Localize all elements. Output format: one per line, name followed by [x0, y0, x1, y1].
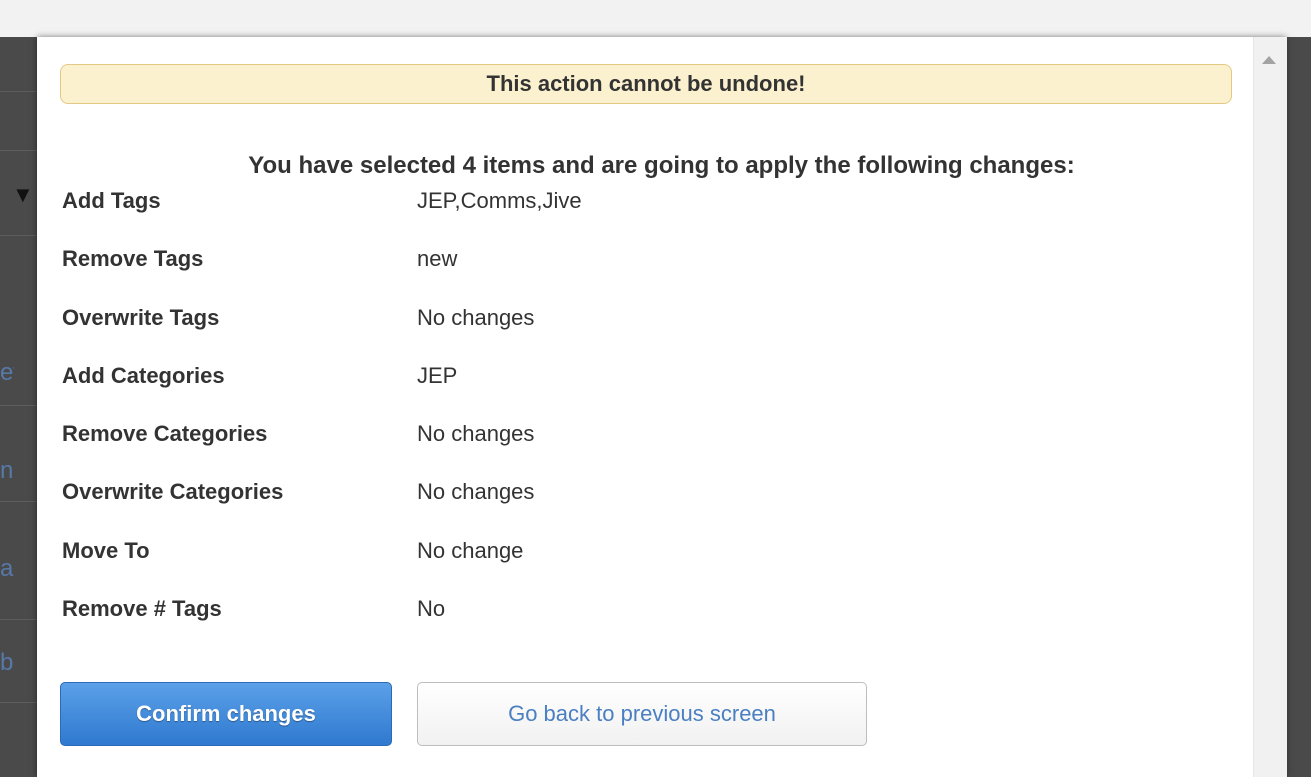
confirm-dialog	[37, 37, 1286, 777]
go-back-button[interactable]: Go back to previous screen	[417, 682, 867, 746]
change-label: Add Categories	[62, 362, 225, 388]
change-label: Overwrite Tags	[62, 304, 220, 330]
change-value: No changes	[417, 304, 535, 330]
bg-text-fragment: bli	[0, 649, 14, 676]
change-label: Move To	[62, 537, 150, 563]
bg-text-fragment: ar	[0, 555, 14, 582]
change-label: Remove Tags	[62, 246, 204, 272]
scroll-up-arrow-icon[interactable]	[1262, 56, 1276, 64]
change-value: No	[417, 596, 446, 622]
change-value: JEP	[417, 362, 458, 388]
dropdown-arrow-icon: ▼	[12, 182, 34, 207]
dialog-scrollbar[interactable]	[1253, 37, 1287, 777]
bg-text-fragment: ew	[0, 359, 14, 386]
change-value: No change	[417, 537, 524, 563]
selection-summary: You have selected 4 items and are going …	[248, 152, 1075, 179]
confirm-changes-button[interactable]: Confirm changes	[60, 682, 392, 746]
change-label: Add Tags	[62, 188, 161, 213]
change-value: new	[417, 246, 458, 272]
change-value: JEP,Comms,Jive	[417, 188, 582, 213]
change-value: No changes	[417, 479, 535, 505]
change-value: No changes	[417, 421, 535, 447]
change-label: Remove Categories	[62, 421, 268, 447]
warning-banner: This action cannot be undone!	[60, 64, 1232, 104]
change-label: Overwrite Categories	[62, 479, 284, 505]
change-label: Remove # Tags	[62, 596, 222, 622]
bg-text-fragment: nc	[0, 457, 14, 484]
